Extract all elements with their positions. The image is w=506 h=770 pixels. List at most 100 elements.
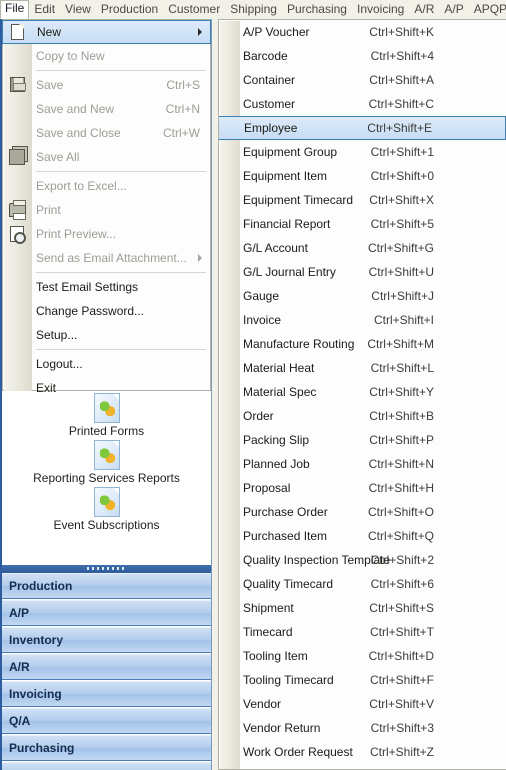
file-menu-item-save-all: Save All <box>3 145 210 169</box>
new-submenu-item-tooling-timecard[interactable]: Tooling Timecard Ctrl+Shift+F <box>219 668 506 692</box>
menubar-item-apqp[interactable]: APQP <box>469 1 506 19</box>
new-submenu-item-barcode[interactable]: Barcode Ctrl+Shift+4 <box>219 44 506 68</box>
menu-separator <box>36 70 206 71</box>
menubar-item-production[interactable]: Production <box>96 1 163 19</box>
file-menu-item-exit[interactable]: Exit <box>3 376 210 400</box>
menubar-item-purchasing[interactable]: Purchasing <box>282 1 352 19</box>
nav-shortcut-event-subscriptions[interactable]: Event Subscriptions <box>2 487 211 532</box>
submenu-item-shortcut: Ctrl+Shift+U <box>368 265 434 279</box>
new-submenu-dropdown: A/P Voucher Ctrl+Shift+K Barcode Ctrl+Shift… <box>218 19 506 770</box>
new-submenu-item-tooling-item[interactable]: Tooling Item Ctrl+Shift+D <box>219 644 506 668</box>
panel-splitter[interactable] <box>2 565 211 573</box>
submenu-item-shortcut: Ctrl+Shift+3 <box>370 721 434 735</box>
new-submenu-item-equipment-group[interactable]: Equipment Group Ctrl+Shift+1 <box>219 140 506 164</box>
menu-item-label: Exit <box>36 381 57 395</box>
menubar-item-file[interactable]: File <box>0 0 30 19</box>
nav-group-invoicing[interactable]: Invoicing <box>2 681 211 707</box>
new-submenu-item-g-l-journal-entry[interactable]: G/L Journal Entry Ctrl+Shift+U <box>219 260 506 284</box>
new-submenu-item-financial-report[interactable]: Financial Report Ctrl+Shift+5 <box>219 212 506 236</box>
file-menu-item-new[interactable]: New <box>2 20 211 44</box>
submenu-item-shortcut: Ctrl+Shift+F <box>369 673 434 687</box>
submenu-item-label: Purchased Item <box>243 529 328 543</box>
file-menu-dropdown: New Copy to New Save Ctrl+S Save and New Ctrl… <box>2 19 211 395</box>
new-submenu-item-order[interactable]: Order Ctrl+Shift+B <box>219 404 506 428</box>
submenu-item-shortcut: Ctrl+Shift+4 <box>370 49 434 63</box>
new-submenu-item-customer[interactable]: Customer Ctrl+Shift+C <box>219 92 506 116</box>
file-menu-item-setup[interactable]: Setup... <box>3 323 210 347</box>
submenu-item-shortcut: Ctrl+Shift+1 <box>370 145 434 159</box>
submenu-item-shortcut: Ctrl+Shift+G <box>367 241 434 255</box>
file-menu-item-print-preview: Print Preview... <box>3 222 210 246</box>
menu-item-shortcut: Ctrl+N <box>165 102 200 116</box>
new-submenu-item-invoice[interactable]: Invoice Ctrl+Shift+I <box>219 308 506 332</box>
menubar-item-edit[interactable]: Edit <box>29 1 60 19</box>
submenu-item-shortcut: Ctrl+Shift+Z <box>369 745 434 759</box>
nav-shortcut-reporting-services-reports[interactable]: Reporting Services Reports <box>2 440 211 485</box>
nav-group-list: Production A/P Inventory A/R Invoicing Q/A Pur… <box>2 573 211 770</box>
new-submenu-item-gauge[interactable]: Gauge Ctrl+Shift+J <box>219 284 506 308</box>
submenu-item-shortcut: Ctrl+Shift+I <box>373 313 434 327</box>
submenu-item-label: A/P Voucher <box>243 25 310 39</box>
submenu-item-shortcut: Ctrl+Shift+0 <box>370 169 434 183</box>
menubar-item-shipping[interactable]: Shipping <box>225 1 282 19</box>
new-submenu-item-g-l-account[interactable]: G/L Account Ctrl+Shift+G <box>219 236 506 260</box>
submenu-item-label: Material Heat <box>243 361 315 375</box>
nav-group-apqp[interactable]: APQP <box>2 762 211 770</box>
file-menu-item-save-and-close: Save and Close Ctrl+W <box>3 121 210 145</box>
submenu-item-shortcut: Ctrl+Shift+K <box>369 25 434 39</box>
submenu-item-label: Quality Timecard <box>243 577 334 591</box>
menubar-item-invoicing[interactable]: Invoicing <box>352 1 409 19</box>
menubar-item-view[interactable]: View <box>60 1 96 19</box>
menu-item-shortcut: Ctrl+S <box>166 78 200 92</box>
new-submenu-item-material-heat[interactable]: Material Heat Ctrl+Shift+L <box>219 356 506 380</box>
nav-shortcut-label: Reporting Services Reports <box>33 471 180 485</box>
new-submenu-item-quality-inspection-template[interactable]: Quality Inspection Template Ctrl+Shift+2 <box>219 548 506 572</box>
submenu-item-shortcut: Ctrl+Shift+Q <box>367 529 434 543</box>
menubar-item-a-r[interactable]: A/R <box>409 1 439 19</box>
submenu-item-shortcut: Ctrl+Shift+6 <box>370 577 434 591</box>
new-submenu-item-manufacture-routing[interactable]: Manufacture Routing Ctrl+Shift+M <box>219 332 506 356</box>
file-menu-item-test-email-settings[interactable]: Test Email Settings <box>3 275 210 299</box>
menu-item-label: Export to Excel... <box>36 179 127 193</box>
submenu-item-label: Vendor Return <box>243 721 321 735</box>
submenu-item-label: Order <box>243 409 274 423</box>
nav-group-q-a[interactable]: Q/A <box>2 708 211 734</box>
nav-group-purchasing[interactable]: Purchasing <box>2 735 211 761</box>
submenu-item-shortcut: Ctrl+Shift+E <box>367 121 432 135</box>
new-submenu-item-vendor-return[interactable]: Vendor Return Ctrl+Shift+3 <box>219 716 506 740</box>
submenu-item-label: Equipment Item <box>243 169 328 183</box>
new-submenu-item-vendor[interactable]: Vendor Ctrl+Shift+V <box>219 692 506 716</box>
nav-shortcut-label: Printed Forms <box>68 424 145 438</box>
new-submenu-item-employee[interactable]: Employee Ctrl+Shift+E <box>219 116 506 140</box>
print-preview-icon <box>10 226 26 244</box>
new-submenu-item-work-order-request[interactable]: Work Order Request Ctrl+Shift+Z <box>219 740 506 764</box>
new-submenu-item-purchase-order[interactable]: Purchase Order Ctrl+Shift+O <box>219 500 506 524</box>
new-submenu-item-shipment[interactable]: Shipment Ctrl+Shift+S <box>219 596 506 620</box>
splitter-grip <box>86 567 127 570</box>
menubar-item-customer[interactable]: Customer <box>163 1 225 19</box>
file-menu-item-change-password[interactable]: Change Password... <box>3 299 210 323</box>
file-menu-item-logout[interactable]: Logout... <box>3 352 210 376</box>
new-submenu-item-container[interactable]: Container Ctrl+Shift+A <box>219 68 506 92</box>
new-submenu-item-packing-slip[interactable]: Packing Slip Ctrl+Shift+P <box>219 428 506 452</box>
menu-separator <box>36 349 206 350</box>
nav-group-production[interactable]: Production <box>2 573 211 599</box>
nav-group-inventory[interactable]: Inventory <box>2 627 211 653</box>
submenu-item-shortcut: Ctrl+Shift+B <box>369 409 434 423</box>
new-submenu-item-quality-timecard[interactable]: Quality Timecard Ctrl+Shift+6 <box>219 572 506 596</box>
new-submenu-item-a-p-voucher[interactable]: A/P Voucher Ctrl+Shift+K <box>219 20 506 44</box>
printer-icon <box>9 200 26 220</box>
new-submenu-item-planned-job[interactable]: Planned Job Ctrl+Shift+N <box>219 452 506 476</box>
new-submenu-item-equipment-timecard[interactable]: Equipment Timecard Ctrl+Shift+X <box>219 188 506 212</box>
new-submenu-item-proposal[interactable]: Proposal Ctrl+Shift+H <box>219 476 506 500</box>
menubar-item-a-p[interactable]: A/P <box>439 1 468 19</box>
new-submenu-item-purchased-item[interactable]: Purchased Item Ctrl+Shift+Q <box>219 524 506 548</box>
menu-separator <box>36 272 206 273</box>
submenu-item-label: Equipment Group <box>243 145 338 159</box>
new-submenu-item-equipment-item[interactable]: Equipment Item Ctrl+Shift+0 <box>219 164 506 188</box>
menu-item-label: Save All <box>36 150 80 164</box>
new-submenu-item-timecard[interactable]: Timecard Ctrl+Shift+T <box>219 620 506 644</box>
new-submenu-item-material-spec[interactable]: Material Spec Ctrl+Shift+Y <box>219 380 506 404</box>
nav-group-a-r[interactable]: A/R <box>2 654 211 680</box>
nav-group-a-p[interactable]: A/P <box>2 600 211 626</box>
